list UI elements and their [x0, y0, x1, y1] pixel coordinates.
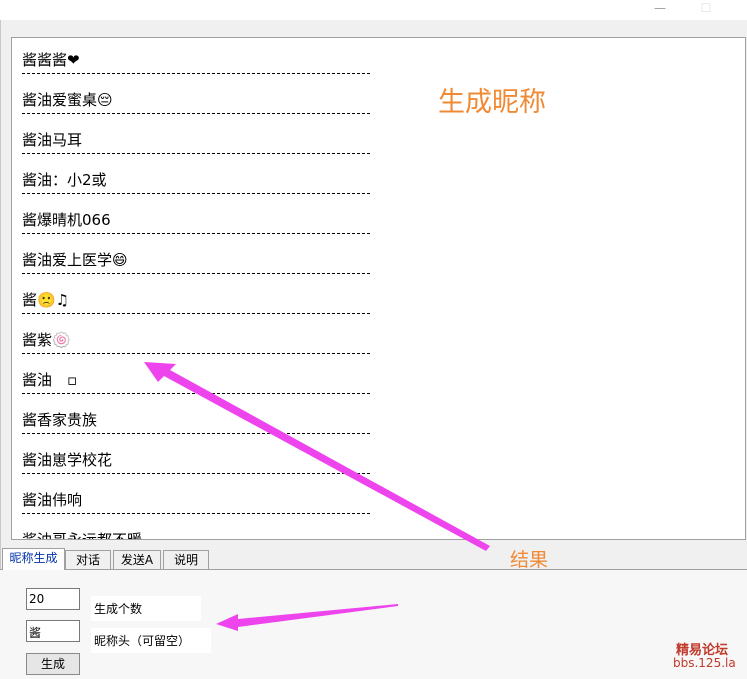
count-input[interactable]: 20	[26, 588, 80, 610]
tab-instructions[interactable]: 说明	[163, 550, 209, 569]
result-item: 酱油崽学校花	[22, 441, 372, 481]
nickname-text: 酱紫🍥	[22, 331, 71, 349]
result-textbox[interactable]: 酱酱酱❤ 酱油爱蜜桌😔 酱油马耳酱油：小2或 酱爆晴机066 酱油爱上医学😄 酱🙁♫ 酱紫🍥…	[11, 37, 746, 540]
nickname-text: 酱油：小2或	[22, 171, 107, 189]
dashed-separator	[22, 113, 370, 114]
nickname-text: 酱油哥永远都不暖	[22, 531, 143, 540]
watermark-url: bbs.125.la	[673, 656, 736, 670]
result-item: 酱油爱上医学😄	[22, 241, 372, 281]
result-item: 酱紫🍥	[22, 321, 372, 361]
tab-dialogue[interactable]: 对话	[65, 550, 111, 569]
result-item: 酱油爱蜜桌😔	[22, 81, 372, 121]
dashed-separator	[22, 353, 370, 354]
result-item: 酱油伟响	[22, 481, 372, 521]
title-annotation: 生成昵称	[438, 87, 546, 118]
result-item: 酱油 ▫	[22, 361, 372, 401]
result-item: 酱酱酱❤	[22, 41, 372, 81]
dashed-separator	[22, 313, 370, 314]
result-item: 酱油：小2或	[22, 161, 372, 201]
nickname-text: 酱油伟响	[22, 491, 83, 509]
result-list: 酱酱酱❤ 酱油爱蜜桌😔 酱油马耳酱油：小2或 酱爆晴机066 酱油爱上医学😄 酱🙁♫ 酱紫🍥…	[22, 41, 372, 540]
dashed-separator	[22, 73, 370, 74]
count-label: 生成个数	[91, 596, 201, 621]
nickname-text: 酱油 ▫	[22, 371, 78, 389]
dashed-separator	[22, 233, 370, 234]
nickname-text: 酱爆晴机066	[22, 211, 111, 229]
dashed-separator	[22, 513, 370, 514]
dashed-separator	[22, 273, 370, 274]
window-titlebar: — ☐	[0, 0, 747, 20]
dashed-separator	[22, 193, 370, 194]
result-item: 酱油马耳	[22, 121, 372, 161]
nickname-text: 酱香家贵族	[22, 411, 98, 429]
tab-nickname-generate[interactable]: 昵称生成	[2, 548, 65, 570]
result-item: 酱油哥永远都不暖	[22, 521, 372, 540]
nickname-text: 酱酱酱❤	[22, 51, 80, 69]
dashed-separator	[22, 473, 370, 474]
nickname-text: 酱油崽学校花	[22, 451, 113, 469]
generate-button[interactable]: 生成	[26, 653, 80, 675]
prefix-label: 昵称头（可留空）	[91, 628, 211, 653]
restore-icon[interactable]: ☐	[696, 0, 716, 18]
nickname-text: 酱油爱蜜桌😔	[22, 91, 113, 109]
dashed-separator	[22, 433, 370, 434]
result-item: 酱爆晴机066	[22, 201, 372, 241]
dashed-separator	[22, 153, 370, 154]
tab-panel-nickname-generate	[0, 569, 747, 679]
dashed-separator	[22, 393, 370, 394]
tab-strip: 昵称生成 对话 发送A 说明	[0, 548, 747, 570]
nickname-text: 酱🙁♫	[22, 291, 70, 309]
result-item: 酱香家贵族	[22, 401, 372, 441]
nickname-text: 酱油马耳	[22, 131, 83, 149]
minimize-icon[interactable]: —	[650, 0, 670, 18]
prefix-input[interactable]: 酱	[26, 620, 80, 642]
tab-send-a[interactable]: 发送A	[113, 550, 161, 569]
nickname-text: 酱油爱上医学😄	[22, 251, 128, 269]
result-item: 酱🙁♫	[22, 281, 372, 321]
